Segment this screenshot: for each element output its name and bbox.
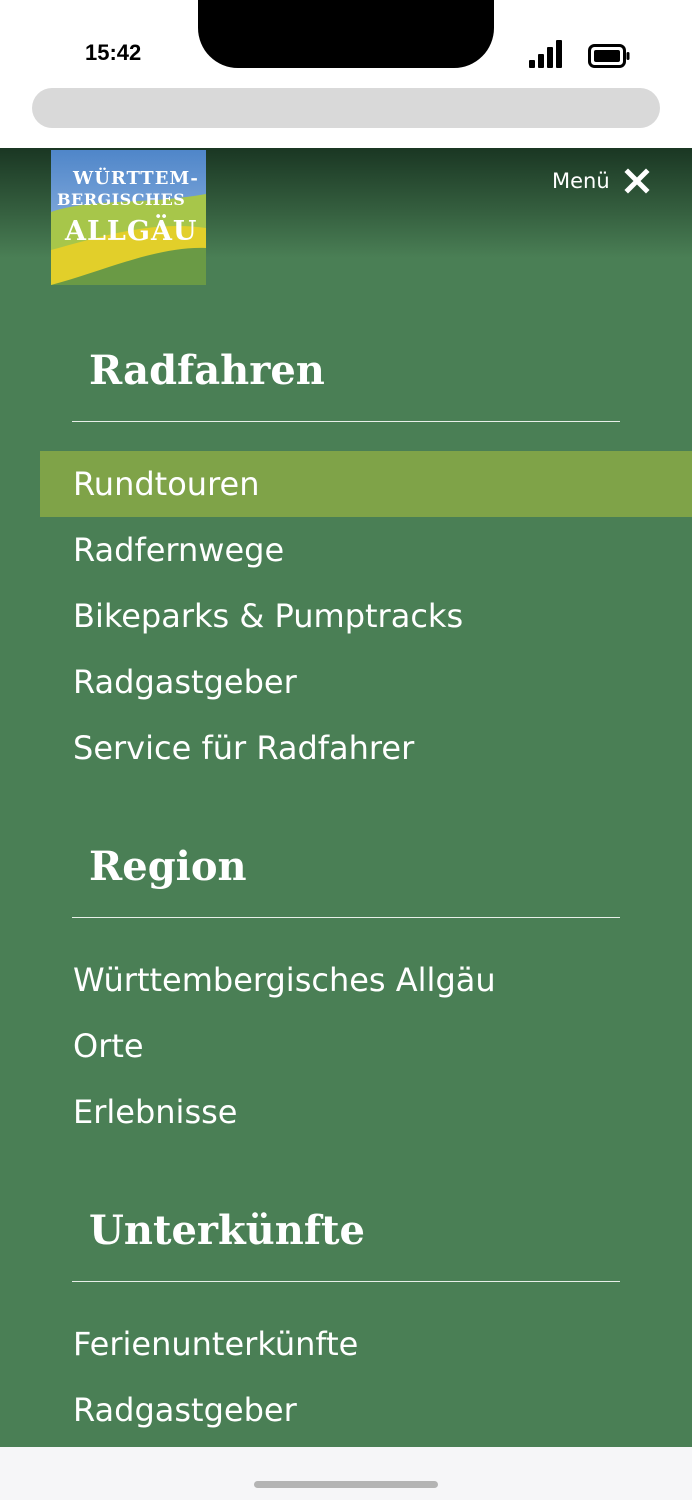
site-logo[interactable]: WÜRTTEM- BERGISCHES ALLGÄU: [51, 150, 206, 285]
menu-item-orte[interactable]: Orte: [40, 1013, 692, 1079]
navigation-menu: WÜRTTEM- BERGISCHES ALLGÄU Menü Radfahre…: [0, 148, 692, 1447]
home-indicator[interactable]: [254, 1481, 438, 1488]
menu-label: Menü: [552, 169, 610, 193]
camera-notch: [198, 0, 494, 68]
section-title-radfahren: Radfahren: [89, 347, 325, 394]
status-time: 15:42: [85, 40, 142, 65]
logo-text-line1: WÜRTTEM-: [73, 168, 199, 189]
menu-item-radgastgeber[interactable]: Radgastgeber: [40, 649, 692, 715]
menu-item-ferienunterkuenfte[interactable]: Ferienunterkünfte: [40, 1311, 692, 1377]
status-bar: 15:42: [0, 0, 692, 80]
menu-item-bikeparks-pumptracks[interactable]: Bikeparks & Pumptracks: [40, 583, 692, 649]
section-divider: [72, 1281, 620, 1282]
battery-icon: [588, 44, 630, 68]
logo-text-line2: BERGISCHES: [57, 190, 186, 209]
menu-item-radfernwege[interactable]: Radfernwege: [40, 517, 692, 583]
close-icon: [624, 168, 650, 194]
menu-item-service-fuer-radfahrer[interactable]: Service für Radfahrer: [40, 715, 692, 781]
section-title-region: Region: [89, 843, 247, 890]
menu-close-button[interactable]: Menü: [552, 168, 650, 194]
menu-item-radgastgeber-unterkuenfte[interactable]: Radgastgeber: [40, 1377, 692, 1443]
logo-text-line3: ALLGÄU: [65, 216, 198, 247]
browser-address-bar[interactable]: [32, 88, 660, 128]
browser-bottom-bar: [0, 1447, 692, 1500]
signal-icon: [529, 40, 562, 68]
section-title-unterkuenfte: Unterkünfte: [89, 1207, 365, 1254]
section-divider: [72, 917, 620, 918]
section-divider: [72, 421, 620, 422]
menu-item-rundtouren[interactable]: Rundtouren: [40, 451, 692, 517]
menu-item-erlebnisse[interactable]: Erlebnisse: [40, 1079, 692, 1145]
menu-item-wuerttembergisches-allgaeu[interactable]: Württembergisches Allgäu: [40, 947, 692, 1013]
